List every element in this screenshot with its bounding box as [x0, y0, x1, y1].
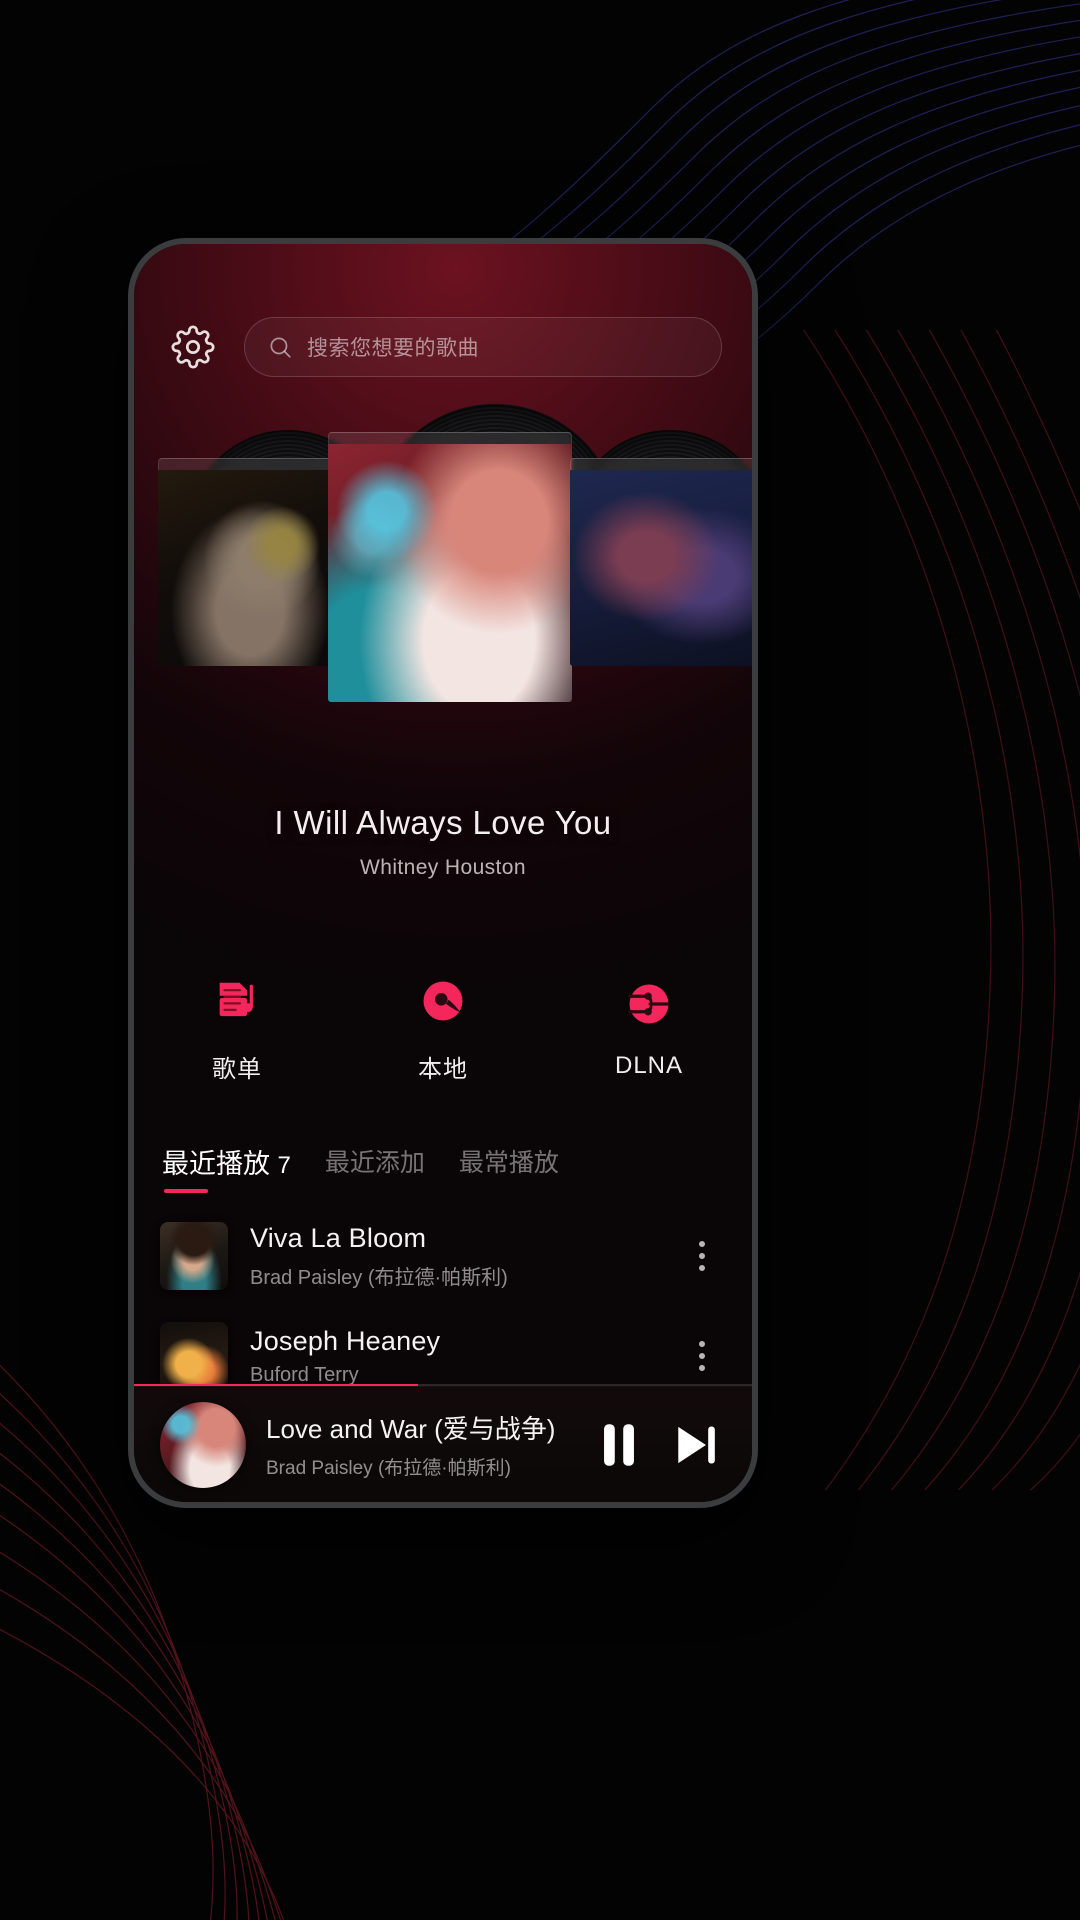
album-art-center — [328, 444, 572, 702]
song-artist: Buford Terry — [250, 1363, 359, 1386]
song-meta: Joseph Heaney Buford Terry — [250, 1326, 654, 1387]
search-input[interactable]: 搜索您想要的歌曲 — [244, 317, 722, 377]
hero-now-playing: I Will Always Love You Whitney Houston — [134, 804, 752, 880]
tab-recent-played[interactable]: 最近播放 7 — [162, 1142, 291, 1193]
vinyl-disc-icon — [423, 981, 463, 1020]
category-local-label: 本地 — [418, 1055, 468, 1083]
category-local[interactable]: 本地 — [340, 934, 546, 1124]
mini-player[interactable]: Love and War (爱与战争) Brad Paisley (布拉德·帕斯… — [134, 1386, 752, 1502]
song-artwork — [160, 1322, 228, 1386]
pause-button[interactable] — [596, 1420, 642, 1470]
phone-frame: 搜索您想要的歌曲 I Will Always Love You Whitney … — [128, 238, 758, 1508]
song-title: Joseph Heaney — [250, 1325, 441, 1356]
category-playlist-label: 歌单 — [212, 1055, 262, 1083]
mini-player-artist: Brad Paisley (布拉德·帕斯利) — [266, 1458, 511, 1479]
album-art-right — [570, 470, 752, 666]
song-meta: Viva La Bloom Brad Paisley (布拉德·帕斯利) — [250, 1223, 654, 1290]
background-wave-right — [802, 330, 1080, 1490]
song-artist: Brad Paisley (布拉德·帕斯利) — [250, 1266, 508, 1289]
mini-player-meta: Love and War (爱与战争) Brad Paisley (布拉德·帕斯… — [266, 1409, 576, 1480]
phone-screen: 搜索您想要的歌曲 I Will Always Love You Whitney … — [134, 244, 752, 1502]
settings-button[interactable] — [164, 318, 222, 376]
tab-recent-played-label: 最近播放 — [162, 1148, 270, 1179]
category-playlist[interactable]: 歌单 — [134, 934, 340, 1124]
skip-next-icon — [678, 1426, 715, 1463]
pause-icon — [604, 1423, 634, 1466]
page-root: 搜索您想要的歌曲 I Will Always Love You Whitney … — [0, 0, 1080, 1920]
gear-icon — [171, 325, 215, 369]
table-row[interactable]: Viva La Bloom Brad Paisley (布拉德·帕斯利) — [134, 1206, 752, 1306]
category-row: 歌单 本地 DLNA — [134, 934, 752, 1124]
category-dlna-label: DLNA — [614, 1052, 684, 1079]
tab-recent-added-label: 最近添加 — [324, 1149, 425, 1177]
tab-most-played-label: 最常播放 — [458, 1149, 559, 1177]
next-button[interactable] — [672, 1420, 720, 1470]
tab-most-played[interactable]: 最常播放 — [459, 1143, 559, 1191]
table-row[interactable]: Joseph Heaney Buford Terry — [134, 1306, 752, 1386]
playlist-note-icon — [219, 982, 253, 1016]
album-carousel[interactable] — [134, 404, 752, 804]
mini-player-controls — [596, 1420, 726, 1470]
hero-song-artist: Whitney Houston — [360, 856, 526, 879]
category-dlna[interactable]: DLNA — [546, 934, 752, 1124]
search-placeholder: 搜索您想要的歌曲 — [307, 337, 479, 360]
search-icon — [270, 337, 291, 358]
more-vertical-icon[interactable] — [676, 1327, 728, 1385]
hero-song-title: I Will Always Love You — [274, 804, 612, 841]
list-tabs: 最近播放 7 最近添加 最常播放 — [134, 1132, 752, 1202]
tab-recent-added[interactable]: 最近添加 — [325, 1143, 425, 1191]
song-title: Viva La Bloom — [250, 1222, 427, 1253]
more-vertical-icon[interactable] — [676, 1227, 728, 1285]
song-list[interactable]: Viva La Bloom Brad Paisley (布拉德·帕斯利) Jos… — [134, 1206, 752, 1386]
dlna-network-icon — [628, 984, 670, 1024]
tab-recent-played-count: 7 — [277, 1151, 291, 1179]
mini-player-title: Love and War (爱与战争) — [266, 1414, 556, 1444]
song-artwork — [160, 1222, 228, 1290]
app-header: 搜索您想要的歌曲 — [134, 244, 752, 396]
mini-player-artwork — [160, 1401, 246, 1488]
